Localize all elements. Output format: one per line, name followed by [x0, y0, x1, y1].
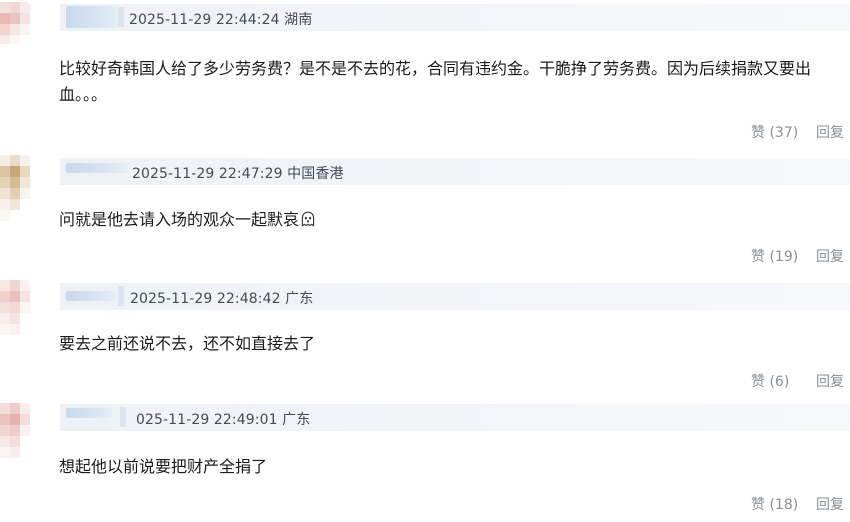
timestamp-text: 2025-11-29 22:47:29	[132, 166, 283, 182]
username-blur-edge	[118, 286, 124, 306]
comment-item: 2025-11-29 22:44:24 湖南 比较好奇韩国人给了多少劳务费？是不…	[0, 0, 850, 150]
comment-header: 2025-11-29 22:48:42 广东	[60, 283, 850, 310]
comment-timestamp: 2025-11-29 22:48:42 广东	[130, 288, 313, 308]
comment-item: 025-11-29 22:49:01 广东 想起他以前说要把财产全捐了 赞 (1…	[0, 398, 850, 522]
comment-item: 2025-11-29 22:48:42 广东 要去之前还说不去，还不如直接去了 …	[0, 273, 850, 398]
like-count: (19)	[769, 249, 799, 265]
comment-actions: 赞 (37) 回复	[751, 122, 850, 142]
like-button[interactable]: 赞 (6)	[751, 371, 809, 391]
reply-button[interactable]: 回复	[816, 246, 850, 266]
username-blurred[interactable]	[66, 408, 112, 418]
ghost-icon	[301, 211, 315, 227]
comment-header: 2025-11-29 22:47:29 中国香港	[60, 158, 850, 185]
like-label: 赞	[751, 125, 765, 141]
like-label: 赞	[751, 374, 765, 390]
comment-item: 2025-11-29 22:47:29 中国香港 问就是他去请入场的观众一起默哀…	[0, 150, 850, 273]
timestamp-text: 025-11-29 22:49:01	[136, 412, 278, 428]
comment-text: 问就是他去请入场的观众一起默哀	[59, 207, 850, 233]
location-text: 湖南	[284, 12, 313, 28]
location-text: 中国香港	[287, 166, 344, 182]
like-count: (6)	[769, 374, 790, 390]
like-button[interactable]: 赞 (18)	[751, 494, 809, 514]
comment-timestamp: 2025-11-29 22:44:24 湖南	[129, 9, 312, 29]
like-button[interactable]: 赞 (19)	[751, 246, 809, 266]
like-count: (18)	[769, 497, 799, 513]
avatar[interactable]	[0, 403, 30, 465]
comment-header: 2025-11-29 22:44:24 湖南	[60, 4, 850, 31]
avatar[interactable]	[0, 2, 30, 44]
comment-text-body: 问就是他去请入场的观众一起默哀	[59, 210, 300, 229]
avatar[interactable]	[0, 280, 30, 344]
username-blur-edge	[120, 407, 126, 427]
username-blurred[interactable]	[66, 6, 118, 28]
timestamp-text: 2025-11-29 22:48:42	[130, 291, 281, 307]
comment-feed: 2025-11-29 22:44:24 湖南 比较好奇韩国人给了多少劳务费？是不…	[0, 0, 850, 522]
timestamp-text: 2025-11-29 22:44:24	[129, 12, 280, 28]
username-blur-edge	[118, 7, 124, 27]
like-label: 赞	[751, 249, 765, 265]
username-blurred[interactable]	[66, 163, 128, 173]
comment-header: 025-11-29 22:49:01 广东	[60, 404, 850, 431]
comment-text: 想起他以前说要把财产全捐了	[59, 457, 268, 476]
comment-actions: 赞 (6) 回复	[751, 371, 850, 391]
comment-text: 比较好奇韩国人给了多少劳务费？是不是不去的花，合同有违约金。干脆挣了劳务费。因为…	[59, 59, 812, 104]
comment-actions: 赞 (18) 回复	[751, 494, 850, 514]
reply-button[interactable]: 回复	[816, 122, 850, 142]
username-blurred[interactable]	[66, 291, 116, 301]
like-label: 赞	[751, 497, 765, 513]
comment-timestamp: 025-11-29 22:49:01 广东	[136, 409, 310, 429]
reply-button[interactable]: 回复	[816, 371, 850, 391]
reply-button[interactable]: 回复	[816, 494, 850, 514]
comment-timestamp: 2025-11-29 22:47:29 中国香港	[132, 163, 344, 183]
like-count: (37)	[769, 125, 799, 141]
comment-text: 要去之前还说不去，还不如直接去了	[59, 334, 316, 353]
like-button[interactable]: 赞 (37)	[751, 122, 809, 142]
comment-actions: 赞 (19) 回复	[751, 246, 850, 266]
avatar[interactable]	[0, 155, 30, 221]
location-text: 广东	[282, 412, 311, 428]
location-text: 广东	[285, 291, 314, 307]
